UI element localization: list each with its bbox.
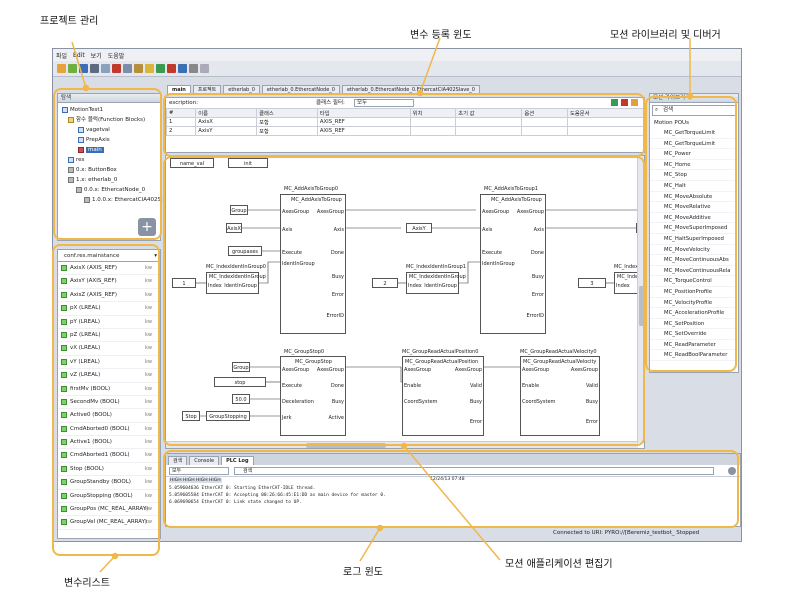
leader-lines bbox=[71, 37, 694, 573]
